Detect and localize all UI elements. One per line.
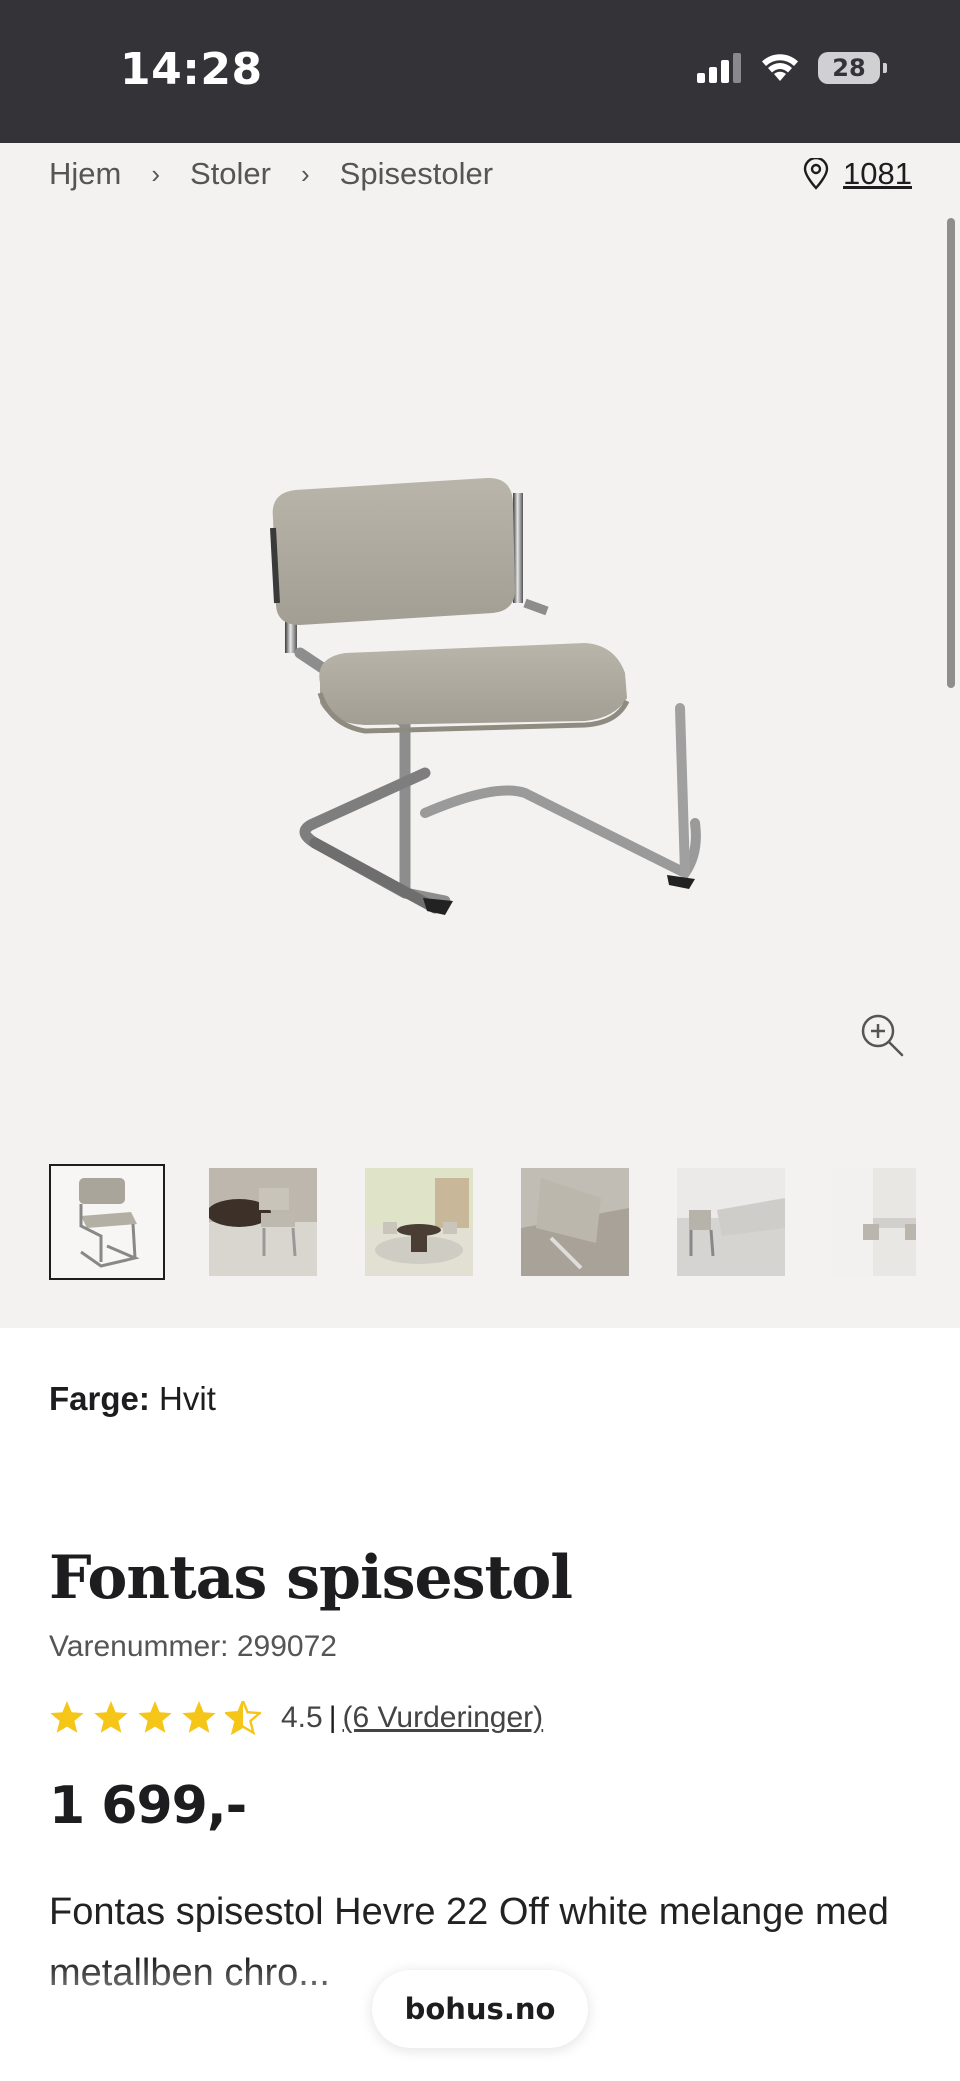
scrollbar[interactable] <box>947 218 955 688</box>
product-title: Fontas spisestol <box>49 1543 573 1613</box>
zoom-in-icon[interactable] <box>858 1011 906 1059</box>
thumbnail-4[interactable] <box>521 1168 629 1276</box>
chevron-right-icon: › <box>301 158 310 189</box>
thumbnail-strip <box>49 1164 916 1282</box>
product-price: 1 699,- <box>49 1776 247 1836</box>
battery-level: 28 <box>832 54 866 82</box>
status-bar: 14:28 28 <box>0 0 960 143</box>
wifi-icon <box>762 54 798 81</box>
product-sku: Varenummer: 299072 <box>49 1630 337 1663</box>
star-icon <box>182 1701 216 1733</box>
battery-icon: 28 <box>818 52 887 84</box>
color-value: Hvit <box>159 1380 216 1417</box>
location-pin-icon <box>803 158 829 190</box>
product-gallery: Hjem › Stoler › Spisestoler 1081 <box>0 143 960 1328</box>
status-time: 14:28 <box>120 44 263 95</box>
breadcrumb-dining-chairs[interactable]: Spisestoler <box>340 156 493 192</box>
location-code[interactable]: 1081 <box>843 156 912 192</box>
browser-url[interactable]: bohus.no <box>405 1992 556 2026</box>
status-icons: 28 <box>696 52 887 84</box>
rating-value: 4.5 <box>281 1701 323 1734</box>
color-label: Farge: <box>49 1380 150 1417</box>
breadcrumb: Hjem › Stoler › Spisestoler <box>49 149 493 199</box>
thumbnail-5[interactable] <box>677 1168 785 1276</box>
browser-url-bar[interactable]: bohus.no <box>372 1970 588 2048</box>
star-icon <box>94 1701 128 1733</box>
rating-stars <box>49 1701 261 1735</box>
breadcrumb-home[interactable]: Hjem <box>49 156 121 192</box>
chevron-right-icon: › <box>151 158 161 189</box>
product-rating: 4.5 | (6 Vurderinger) <box>49 1695 543 1741</box>
thumbnail-6[interactable] <box>833 1168 916 1276</box>
star-icon <box>50 1701 84 1733</box>
rating-divider: | <box>328 1701 337 1734</box>
reviews-link[interactable]: (6 Vurderinger) <box>343 1701 544 1735</box>
cellular-signal-icon <box>697 53 741 83</box>
thumbnail-1[interactable] <box>49 1164 165 1280</box>
half-star-icon <box>225 1701 261 1735</box>
breadcrumb-chairs[interactable]: Stoler <box>190 156 271 192</box>
thumbnail-3[interactable] <box>365 1168 473 1276</box>
product-image[interactable] <box>255 353 725 1003</box>
star-icon <box>138 1701 172 1733</box>
thumbnail-2[interactable] <box>209 1168 317 1276</box>
color-selection: Farge: Hvit <box>49 1380 216 1418</box>
store-location[interactable]: 1081 <box>803 149 912 199</box>
